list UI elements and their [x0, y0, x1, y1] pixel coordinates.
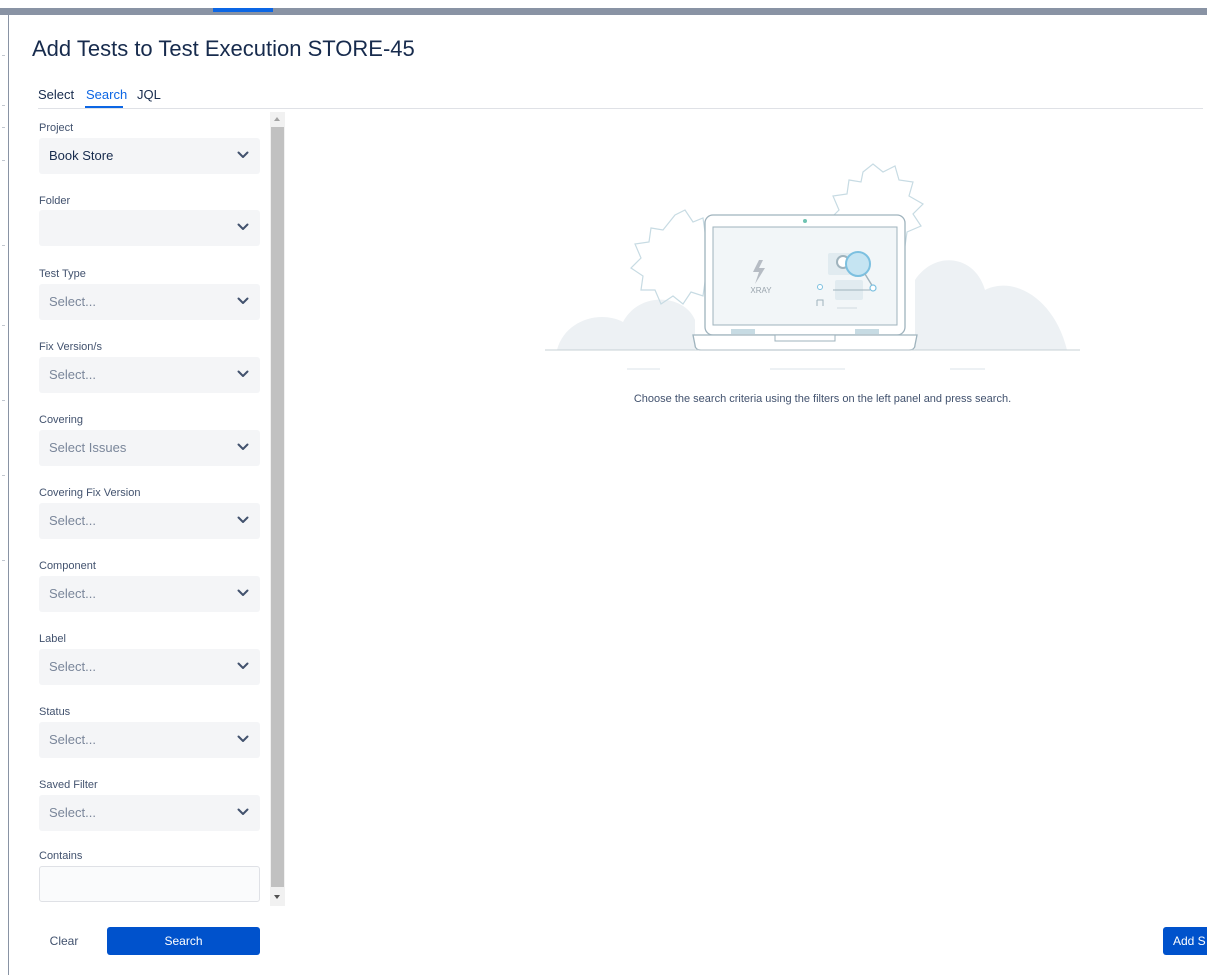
label-placeholder: Select...: [49, 659, 96, 674]
chevron-down-icon: [237, 370, 249, 377]
chevron-down-icon: [237, 808, 249, 815]
covering-fix-version-label: Covering Fix Version: [39, 487, 141, 499]
covering-fix-version-select[interactable]: Select...: [39, 503, 260, 539]
covering-select[interactable]: Select Issues: [39, 430, 260, 466]
search-button[interactable]: Search: [107, 927, 260, 955]
scroll-down-arrow-icon[interactable]: [274, 895, 280, 899]
saved-filter-placeholder: Select...: [49, 805, 96, 820]
tab-jql[interactable]: JQL: [137, 87, 161, 102]
folder-label: Folder: [39, 195, 71, 207]
tab-search[interactable]: Search: [86, 87, 127, 102]
component-select[interactable]: Select...: [39, 576, 260, 612]
fix-versions-select[interactable]: Select...: [39, 357, 260, 393]
cloud-left: [557, 299, 695, 350]
laptop-display: [712, 226, 898, 326]
xray-brand-text: XRAY: [750, 286, 772, 295]
status-label: Status: [39, 706, 71, 718]
test-type-label: Test Type: [39, 268, 86, 280]
add-selected-button[interactable]: Add S: [1163, 927, 1207, 955]
chevron-down-icon: [237, 735, 249, 742]
project-value: Book Store: [49, 148, 114, 163]
filter-panel-scrollbar[interactable]: [270, 112, 285, 906]
saved-filter-select[interactable]: Select...: [39, 795, 260, 831]
chevron-down-icon: [237, 151, 249, 158]
scroll-up-arrow-icon[interactable]: [274, 117, 280, 121]
chevron-down-icon: [237, 443, 249, 450]
laptop-camera: [803, 219, 807, 223]
status-placeholder: Select...: [49, 732, 96, 747]
tab-select[interactable]: Select: [38, 87, 74, 102]
filter-panel: Project Book Store Folder Test Type Sele…: [38, 112, 270, 906]
laptop-foot-left: [731, 329, 755, 334]
cloud-right: [915, 260, 1067, 350]
label-label: Label: [39, 633, 66, 645]
test-type-select[interactable]: Select...: [39, 284, 260, 320]
project-select[interactable]: Book Store: [39, 138, 260, 174]
chevron-down-icon: [237, 589, 249, 596]
saved-filter-label: Saved Filter: [39, 779, 98, 791]
test-type-placeholder: Select...: [49, 294, 96, 309]
top-bar: [0, 0, 1207, 16]
folder-select[interactable]: [39, 210, 260, 246]
contains-label: Contains: [39, 850, 83, 862]
laptop-foot-right: [855, 329, 879, 334]
connector-node: [817, 284, 823, 290]
empty-state-illustration: XRAY: [545, 163, 1080, 370]
covering-fix-version-placeholder: Select...: [49, 513, 96, 528]
chevron-down-icon: [237, 662, 249, 669]
component-placeholder: Select...: [49, 586, 96, 601]
label-select[interactable]: Select...: [39, 649, 260, 685]
chevron-down-icon: [237, 297, 249, 304]
component-label: Component: [39, 560, 96, 572]
clear-button[interactable]: Clear: [38, 927, 90, 955]
dialog-title: Add Tests to Test Execution STORE-45: [32, 36, 415, 61]
laptop-trackpad: [774, 334, 836, 342]
covering-label: Covering: [39, 414, 84, 426]
chevron-down-icon: [237, 223, 249, 230]
magnifier-icon: [845, 251, 871, 277]
chevron-down-icon: [237, 516, 249, 523]
empty-state-message: Choose the search criteria using the fil…: [633, 393, 1012, 405]
tab-divider: [38, 108, 1203, 109]
status-select[interactable]: Select...: [39, 722, 260, 758]
project-label: Project: [39, 122, 74, 134]
fix-versions-placeholder: Select...: [49, 367, 96, 382]
covering-placeholder: Select Issues: [49, 440, 127, 455]
top-bar-line: [0, 8, 1207, 15]
scrollbar-thumb[interactable]: [271, 127, 284, 887]
magnifier-node: [869, 284, 877, 292]
background-page-edge: [0, 15, 9, 975]
fix-versions-label: Fix Version/s: [39, 341, 102, 353]
contains-input[interactable]: [39, 866, 260, 902]
top-bar-active-indicator: [213, 8, 273, 12]
